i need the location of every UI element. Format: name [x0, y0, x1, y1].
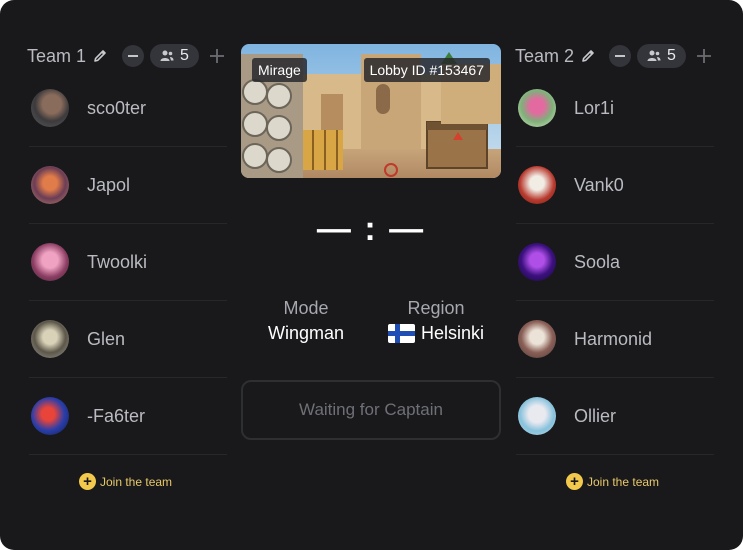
player-row[interactable]: Glen: [29, 301, 227, 378]
team2-decrease-button[interactable]: [609, 45, 631, 67]
team2-increase-button[interactable]: [693, 45, 715, 67]
player-row[interactable]: Japol: [29, 147, 227, 224]
player-name: Lor1i: [574, 97, 615, 118]
player-row[interactable]: Vank0: [516, 147, 714, 224]
team1-header: Team 1: [27, 43, 108, 69]
avatar: [518, 320, 556, 358]
team2-join-button[interactable]: + Join the team: [566, 473, 659, 490]
avatar: [31, 89, 69, 127]
team1-decrease-button[interactable]: [122, 45, 144, 67]
lobby-panel: Team 1 5 sco0ter Japol Twoolki Glen -Fa6…: [0, 0, 743, 550]
avatar: [31, 320, 69, 358]
team2-count-value: 5: [667, 47, 676, 64]
team1-increase-button[interactable]: [206, 45, 228, 67]
team2-header: Team 2: [515, 43, 596, 69]
team1-join-button[interactable]: + Join the team: [79, 473, 172, 490]
match-score: — : —: [241, 210, 501, 249]
status-text: Waiting for Captain: [299, 400, 443, 419]
team2-title: Team 2: [515, 45, 575, 66]
plus-circle-icon: +: [79, 473, 96, 490]
minus-icon: [615, 55, 625, 57]
player-row[interactable]: Lor1i: [516, 70, 714, 147]
mode-value: Wingman: [267, 323, 345, 343]
mode-label: Mode: [283, 298, 329, 318]
team1-join-label: Join the team: [100, 474, 173, 489]
player-row[interactable]: Soola: [516, 224, 714, 301]
waiting-for-captain-status: Waiting for Captain: [241, 380, 501, 440]
player-name: Harmonid: [574, 328, 653, 349]
player-row[interactable]: sco0ter: [29, 70, 227, 147]
region-value-wrap: Helsinki: [378, 323, 494, 344]
plus-icon: [697, 49, 711, 63]
finland-flag-icon: [387, 324, 415, 343]
pencil-icon[interactable]: [580, 48, 596, 64]
plus-icon: [210, 49, 224, 63]
users-icon: [160, 50, 174, 61]
plus-circle-icon: +: [566, 473, 583, 490]
avatar: [518, 89, 556, 127]
player-row[interactable]: -Fa6ter: [29, 378, 227, 455]
player-name: Soola: [574, 251, 621, 272]
map-name-label: Mirage: [252, 58, 307, 82]
team2-join-label: Join the team: [587, 474, 660, 489]
lobby-id-label: Lobby ID #153467: [363, 58, 490, 82]
team2-roster: Lor1i Vank0 Soola Harmonid Ollier: [516, 70, 714, 455]
player-row[interactable]: Harmonid: [516, 301, 714, 378]
player-name: Twoolki: [87, 251, 148, 272]
users-icon: [647, 50, 661, 61]
player-name: -Fa6ter: [87, 405, 146, 426]
team1-title: Team 1: [27, 45, 87, 66]
player-name: Vank0: [574, 174, 624, 195]
team1-roster: sco0ter Japol Twoolki Glen -Fa6ter: [29, 70, 227, 455]
region-value: Helsinki: [420, 323, 485, 343]
map-preview: Mirage Lobby ID #153467: [241, 44, 501, 178]
player-row[interactable]: Twoolki: [29, 224, 227, 301]
avatar: [31, 243, 69, 281]
pencil-icon[interactable]: [92, 48, 108, 64]
team1-player-count: 5: [150, 44, 199, 68]
avatar: [31, 166, 69, 204]
team2-player-count: 5: [637, 44, 686, 68]
player-row[interactable]: Ollier: [516, 378, 714, 455]
player-name: sco0ter: [87, 97, 147, 118]
player-name: Glen: [87, 328, 126, 349]
avatar: [31, 397, 69, 435]
region-label: Region: [407, 298, 465, 318]
avatar: [518, 243, 556, 281]
minus-icon: [128, 55, 138, 57]
score-right: —: [389, 210, 426, 248]
team1-count-value: 5: [180, 47, 189, 64]
player-name: Japol: [87, 174, 131, 195]
score-left: —: [316, 210, 353, 248]
player-name: Ollier: [574, 405, 617, 426]
avatar: [518, 397, 556, 435]
avatar: [518, 166, 556, 204]
score-separator: :: [364, 210, 378, 248]
